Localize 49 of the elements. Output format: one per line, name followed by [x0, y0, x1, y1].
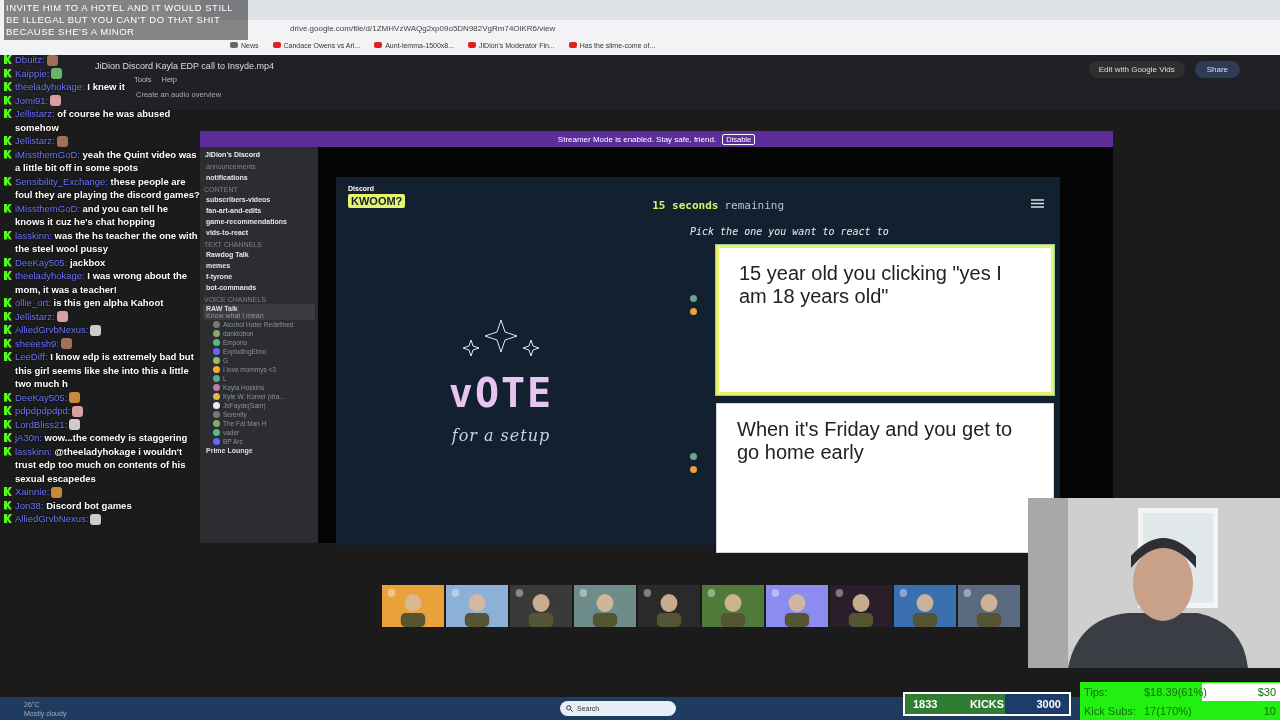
file-title: JiDion Discord Kayla EDP call to Insyde.mp4 [95, 61, 274, 72]
chat-message: DeeKay505: jackbox [15, 256, 106, 268]
chat-message: Jomi91: [15, 94, 49, 106]
game-logo: KWOOM? [348, 194, 406, 208]
chat-message: jA30n: wow...the comedy is staggering [15, 432, 188, 443]
chat-message: AlliedGrvbNexus: [15, 324, 89, 335]
banner-text: Streamer Mode is enabled. Stay safe, friend. [557, 134, 717, 144]
answer-card[interactable]: When it's Friday and you get to go home early [716, 403, 1054, 553]
chat-message: lasskinn: @theeladyhokage i wouldn't trust edp too much on contents of his sexual escapedes [15, 445, 186, 484]
chat-message: Kaippie: [15, 67, 50, 79]
kick-badge-icon [4, 230, 12, 240]
kick-badge-icon [4, 176, 12, 186]
goal-label: Kick Subs: [1084, 704, 1137, 717]
edit-with-vids-button[interactable]: Edit with Google Vids [1088, 60, 1185, 78]
timer-seconds: 15 seconds [652, 199, 719, 212]
search-icon [566, 705, 573, 712]
timer-label: remaining [724, 199, 785, 212]
chat-message: LeeDiff: I know edp is extremely bad but this girl seems like she into this a little two much h [15, 351, 194, 389]
answer-card[interactable]: 15 year old you clicking "yes I am 18 years old" [716, 245, 1054, 395]
chat-message: Jon38: Discord bot games [15, 499, 132, 511]
chat-message: LordBliss21: [15, 418, 68, 430]
kicks-count: 1833 [913, 698, 938, 710]
kick-badge-icon [4, 203, 12, 213]
goal-target: $30 [1257, 685, 1276, 698]
address-bar[interactable]: drive.google.com/file/d/1ZMHVzWAQg2xp09o5DN982VgRm74OiKR6/view [290, 24, 556, 33]
chat-message: ollie_ort: is this gen alpha Kahoot [15, 297, 164, 308]
goal-label: Tips: [1084, 685, 1109, 698]
chat-message: Jellistarz: [15, 135, 55, 146]
chat-message: theeladyhokage: I knew it [15, 81, 125, 92]
chat-message: sheeesh9: [15, 337, 59, 349]
kicks-label: KICKS [969, 698, 1005, 710]
chat-message: Sensibility_Exchange: these people are foul they are playing the discord games? [15, 175, 200, 200]
chat-message: Jellistarz: of course he was abused somehow [15, 108, 171, 133]
chat-message: pdpdpdpdpd: [15, 405, 71, 416]
chat-message: Dbuitz: [15, 54, 45, 65]
chat-message: Jellistarz: [15, 310, 55, 322]
vote-title: vOTE [448, 370, 554, 416]
share-button[interactable]: Share [1194, 60, 1240, 78]
caption-text: INVITE HIM TO A HOTEL AND IT WOULD STILL BE ILLEGAL BUT YOU CAN'T DO THAT SHIT BECAUSE SHE'S A MINOR [4, 0, 248, 40]
kicks-goal: 3000 [1036, 698, 1061, 710]
chat-message: Xainnie: [15, 486, 50, 497]
menu-icon[interactable] [1031, 199, 1044, 208]
chat-message: DeeKay505: [15, 391, 68, 403]
goal-target: 10 [1263, 704, 1276, 717]
goal-value: 17(170%) [1144, 704, 1193, 717]
chat-message: theeladyhokage: I was wrong about the mom, it was a teacher! [15, 270, 188, 295]
chat-message: AlliedGrvbNexus: [15, 513, 89, 524]
vote-subtitle: for a setup [451, 426, 551, 445]
prompt-text: Pick the one you want to react to [690, 226, 890, 237]
